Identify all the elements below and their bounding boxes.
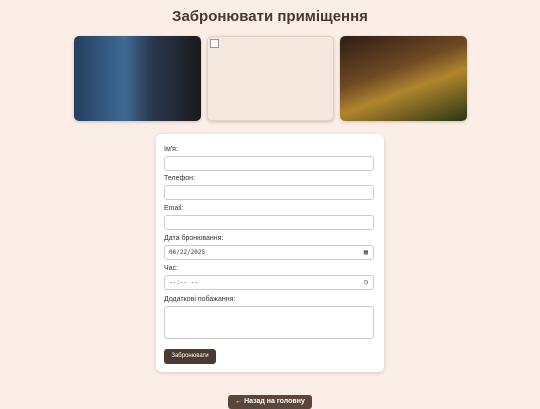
date-field[interactable]: 06/22/2025 ▦ [164, 245, 374, 260]
calendar-icon[interactable]: ▦ [364, 246, 368, 259]
email-field[interactable] [164, 215, 374, 230]
email-label: Email: [164, 205, 184, 212]
time-field[interactable]: --:-- -- ◷ [164, 275, 374, 290]
notes-label: Додаткові побажання: [164, 296, 236, 303]
name-field[interactable] [164, 156, 374, 171]
phone-label: Телефон: [164, 175, 195, 182]
broken-image [207, 36, 334, 121]
notes-textarea[interactable] [164, 306, 374, 339]
time-label: Час: [164, 265, 179, 272]
page-title: Забронювати приміщення [172, 8, 368, 25]
booking-form: Ім'я: Телефон: Email: Дата бронювання: 0… [156, 134, 384, 372]
building-photo [74, 36, 201, 121]
restaurant-interior-photo [340, 36, 467, 121]
phone-field[interactable] [164, 185, 374, 200]
date-label: Дата бронювання: [164, 235, 224, 242]
submit-button[interactable]: Забронювати [164, 349, 216, 364]
clock-icon[interactable]: ◷ [364, 276, 368, 289]
time-value: --:-- -- [169, 279, 198, 286]
date-value: 06/22/2025 [169, 249, 206, 256]
broken-image-icon [210, 39, 219, 48]
back-home-button[interactable]: ← Назад на головну [228, 395, 312, 409]
photo-gallery [74, 36, 467, 122]
name-label: Ім'я: [164, 146, 178, 153]
